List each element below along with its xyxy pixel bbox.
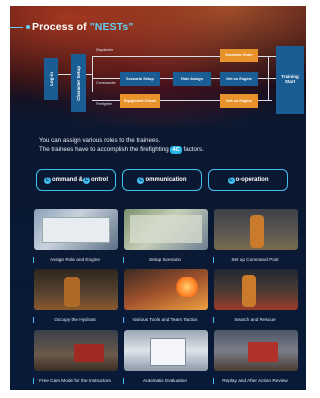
- equipment-check-label: Equipment Check: [123, 98, 157, 103]
- get-on-engine-bottom-label: Get on Engine: [226, 98, 252, 103]
- map-panel-image: [130, 215, 202, 243]
- description-line-2-text: The trainees have to accomplish the fire…: [39, 145, 171, 153]
- ui-panel-image: [42, 217, 110, 243]
- process-flowchart: Log-in Character Setup Dispatcher Comman…: [10, 6, 306, 136]
- scenario-order-box: Scenario Order: [220, 49, 258, 62]
- thumb-setup-scenario: [124, 209, 208, 250]
- character-setup-box: Character Setup: [71, 54, 86, 112]
- brochure-page: Process of "NESTs" Log-in Character Setu…: [10, 6, 306, 390]
- role-commander: Commander: [96, 81, 116, 85]
- thumb-command-post: [214, 209, 298, 250]
- firefighter-figure: [250, 215, 264, 248]
- communication-label: ommunication: [145, 177, 187, 183]
- description-line-1: You can assign various roles to the trai…: [39, 137, 161, 144]
- caption-free-cam: Free Cam Mode for the Instructors: [39, 378, 111, 383]
- command-label: ommand &: [51, 177, 83, 183]
- role-dispatcher: Dispatcher: [96, 48, 114, 52]
- caption-setup-scenario: Setup Scenario: [148, 257, 182, 262]
- report-panel-image: [150, 338, 186, 366]
- firefighter-figure: [64, 277, 80, 307]
- c-badge-icon: C: [137, 176, 145, 184]
- communication-button: Communication: [122, 169, 202, 191]
- fire-image: [174, 277, 200, 297]
- connector-line: [258, 56, 276, 57]
- caption-search-rescue: Search and Rescue: [234, 317, 276, 322]
- training-start-box: Training Start: [276, 46, 304, 114]
- caption-replay: Replay and After Action Review: [222, 378, 288, 383]
- control-label: ontrol: [91, 177, 108, 183]
- firefighter-figure: [242, 275, 256, 307]
- role-firefighter: Firefighter: [96, 102, 113, 106]
- thumb-replay: [214, 330, 298, 371]
- thumb-hydrant: [34, 269, 118, 310]
- caption-tools-tactics: Various Tools and Team Tactics: [132, 317, 198, 322]
- equipment-check-box: Equipment Check: [120, 94, 160, 108]
- thumb-assign-role: [34, 209, 118, 250]
- description-line-2-end: factors.: [181, 145, 204, 153]
- co-operation-label: o-operation: [235, 177, 269, 183]
- scenario-order-label: Scenario Order: [225, 53, 253, 58]
- thumb-search-rescue: [214, 269, 298, 310]
- training-start-label: Training Start: [281, 74, 299, 84]
- c-badge-icon: C: [227, 176, 235, 184]
- command-control-button: Command & Control: [36, 169, 116, 191]
- get-on-engine-top-box: Get on Engine: [220, 72, 258, 86]
- description: You can assign various roles to the trai…: [39, 137, 289, 155]
- log-in-label: Log-in: [48, 72, 54, 86]
- co-operation-button: Co-operation: [208, 169, 288, 191]
- scenario-setup-box: Scenario Setup: [120, 72, 160, 86]
- thumb-free-cam: [34, 330, 118, 371]
- description-line-2: The trainees have to accomplish the fire…: [39, 145, 289, 155]
- fire-truck-image: [248, 342, 278, 362]
- scenario-setup-label: Scenario Setup: [126, 76, 154, 81]
- connector-line: [268, 56, 269, 100]
- caption-hydrant: Occupy the Hydrant: [54, 317, 96, 322]
- 4c-badge: 4C: [170, 145, 182, 155]
- c-badge-icon: C: [43, 176, 51, 184]
- role-assign-label: Role Assign: [181, 76, 203, 81]
- thumb-evaluation: [124, 330, 208, 371]
- log-in-box: Log-in: [44, 58, 58, 100]
- connector-line: [92, 56, 93, 92]
- caption-command-post: Set up Command Post: [231, 257, 279, 262]
- caption-evaluation: Automatic Evaluation: [142, 378, 188, 383]
- get-on-engine-bottom-box: Get on Engine: [220, 94, 258, 108]
- c-badge-icon: C: [83, 176, 90, 184]
- character-setup-label: Character Setup: [76, 65, 81, 101]
- connector-line: [92, 56, 220, 57]
- fire-truck-image: [74, 344, 104, 362]
- role-assign-box: Role Assign: [173, 72, 211, 86]
- thumb-tools-tactics: [124, 269, 208, 310]
- get-on-engine-top-label: Get on Engine: [226, 76, 252, 81]
- caption-assign-role: Assign Role and Engine: [49, 257, 101, 262]
